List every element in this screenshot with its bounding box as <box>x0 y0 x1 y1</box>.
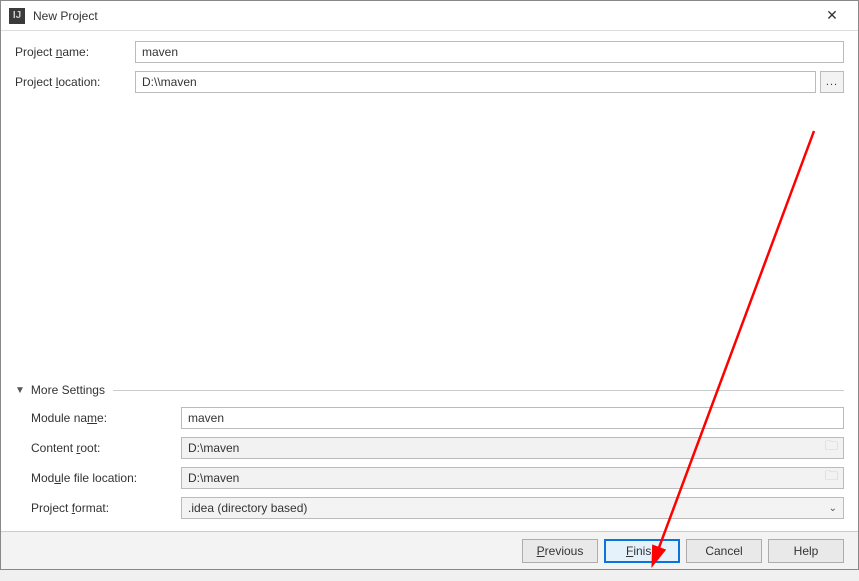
project-location-input[interactable] <box>135 71 816 93</box>
project-format-label: Project format: <box>31 501 181 515</box>
content-root-input[interactable] <box>181 437 844 459</box>
content-root-row: Content root: 🗀 <box>31 437 844 459</box>
project-name-input[interactable] <box>135 41 844 63</box>
more-settings-label: More Settings <box>31 383 105 397</box>
module-name-input[interactable] <box>181 407 844 429</box>
project-name-label: Project name: <box>15 45 135 59</box>
module-file-location-label: Module file location: <box>31 471 181 485</box>
titlebar: IJ New Project ✕ <box>1 1 858 31</box>
chevron-down-icon: ⌄ <box>829 503 837 514</box>
module-name-label: Module name: <box>31 411 181 425</box>
intellij-icon: IJ <box>9 8 25 24</box>
close-button[interactable]: ✕ <box>812 2 852 30</box>
project-name-row: Project name: <box>15 41 844 63</box>
dialog-footer: Previous Finish Cancel Help <box>1 531 858 569</box>
content-spacer <box>15 101 844 377</box>
module-name-row: Module name: <box>31 407 844 429</box>
more-settings-block: Module name: Content root: 🗀 Module file… <box>15 407 844 527</box>
more-settings-header[interactable]: ▼ More Settings <box>15 383 844 397</box>
content-root-label: Content root: <box>31 441 181 455</box>
dialog-content: Project name: Project location: ... ▼ Mo… <box>1 31 858 531</box>
new-project-dialog: IJ New Project ✕ Project name: Project l… <box>0 0 859 570</box>
project-format-dropdown[interactable]: .idea (directory based) ⌄ <box>181 497 844 519</box>
section-divider <box>113 390 844 391</box>
window-title: New Project <box>33 9 812 23</box>
project-location-row: Project location: ... <box>15 71 844 93</box>
browse-location-button[interactable]: ... <box>820 71 844 93</box>
close-icon: ✕ <box>826 7 838 24</box>
module-file-location-row: Module file location: 🗀 <box>31 467 844 489</box>
finish-button[interactable]: Finish <box>604 539 680 563</box>
chevron-down-icon: ▼ <box>15 385 25 396</box>
cancel-button[interactable]: Cancel <box>686 539 762 563</box>
project-location-label: Project location: <box>15 75 135 89</box>
project-format-value: .idea (directory based) <box>188 501 307 515</box>
module-file-location-input[interactable] <box>181 467 844 489</box>
help-button[interactable]: Help <box>768 539 844 563</box>
previous-button[interactable]: Previous <box>522 539 598 563</box>
project-format-row: Project format: .idea (directory based) … <box>31 497 844 519</box>
